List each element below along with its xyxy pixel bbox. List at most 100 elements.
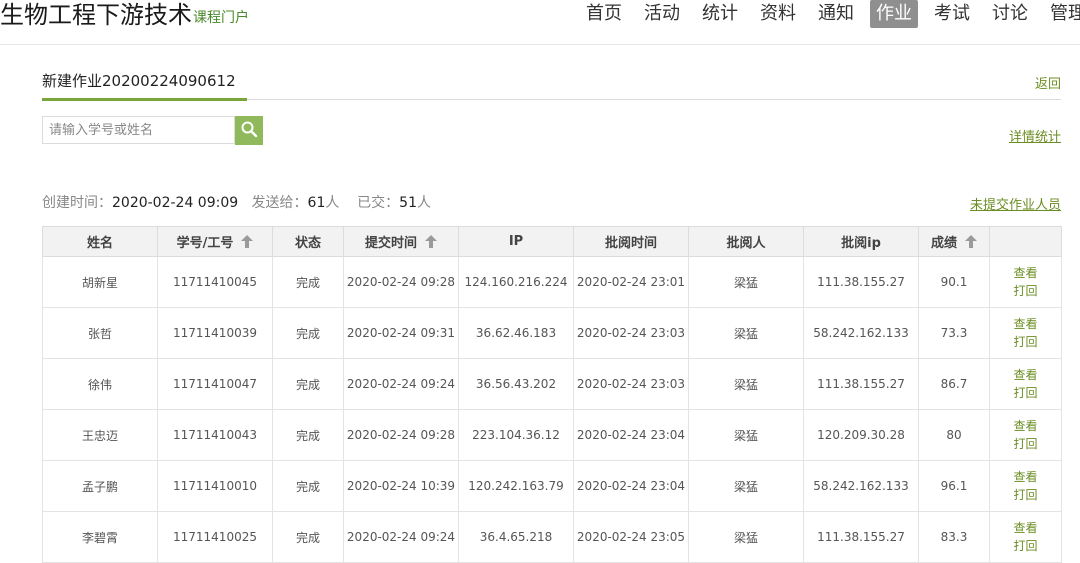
homework-info: 创建时间：2020-02-24 09:09 发送给：61人 已交：51人 [42,192,431,212]
student-name-cell: 李碧霄 [42,511,158,563]
sort-up-icon[interactable] [241,234,254,252]
column-header: 批阅ip [803,226,919,257]
score-cell: 73.3 [918,307,990,359]
reviewer-cell: 梁猛 [688,307,804,359]
nav-item[interactable]: 资料 [754,0,802,28]
student-name-cell: 徐伟 [42,358,158,410]
view-link[interactable]: 查看 [990,264,1061,282]
return-link[interactable]: 打回 [990,486,1061,504]
nav-item[interactable]: 考试 [928,0,976,28]
status-cell: 完成 [272,358,344,410]
submit-time-cell: 2020-02-24 09:28 [343,409,459,461]
nav-item[interactable]: 作业 [870,0,918,28]
return-link[interactable]: 打回 [990,435,1061,453]
column-header[interactable]: 成绩 [918,226,990,257]
sort-up-icon[interactable] [425,234,437,252]
column-header[interactable]: 提交时间 [343,226,459,257]
search-input[interactable] [43,117,234,143]
submit-time-cell: 2020-02-24 09:24 [343,358,459,410]
submit-ip-cell: 36.56.43.202 [458,358,574,410]
student-id-cell: 11711410010 [157,460,273,512]
created-value: 2020-02-24 09:09 [112,195,239,211]
sort-up-icon[interactable] [965,234,977,252]
actions-cell: 查看 打回 [989,460,1062,512]
actions-cell: 查看 打回 [989,307,1062,359]
column-header-label: 姓名 [86,236,113,251]
back-link[interactable]: 返回 [1035,73,1061,92]
student-name-cell: 张哲 [42,307,158,359]
course-title: 生物工程下游技术 [0,1,192,29]
submit-time-cell: 2020-02-24 09:24 [343,511,459,563]
score-cell: 86.7 [918,358,990,410]
sent-value: 61 [307,195,326,211]
search-box [42,116,235,144]
view-link[interactable]: 查看 [990,417,1061,435]
title-underline [42,98,247,101]
review-ip-cell: 58.242.162.133 [803,460,919,512]
student-name-cell: 胡新星 [42,256,158,308]
return-link[interactable]: 打回 [990,384,1061,402]
actions-cell: 查看 打回 [989,409,1062,461]
view-link[interactable]: 查看 [990,519,1061,537]
main-nav: 首页 活动 统计 资料 通知 作业 考试 讨论 管理 [580,0,1080,28]
column-header: 批阅人 [688,226,804,257]
course-portal-link[interactable]: 课程门户 [193,7,249,27]
reviewer-cell: 梁猛 [688,409,804,461]
return-link[interactable]: 打回 [990,333,1061,351]
student-name-cell: 孟子鹏 [42,460,158,512]
review-ip-cell: 111.38.155.27 [803,256,919,308]
submit-time-cell: 2020-02-24 09:28 [343,256,459,308]
nav-item[interactable]: 活动 [638,0,686,28]
nav-item[interactable]: 首页 [580,0,628,28]
table-row: 李碧霄 11711410025 完成 2020-02-24 09:24 36.4.65.… [42,511,1062,563]
review-time-cell: 2020-02-24 23:04 [573,460,689,512]
table-row: 张哲 11711410039 完成 2020-02-24 09:31 36.62.46.… [42,307,1062,359]
status-cell: 完成 [272,256,344,308]
nav-item[interactable]: 通知 [812,0,860,28]
student-id-cell: 11711410047 [157,358,273,410]
status-cell: 完成 [272,307,344,359]
status-cell: 完成 [272,511,344,563]
return-link[interactable]: 打回 [990,537,1061,555]
submitted-value: 51 [399,195,417,211]
review-ip-cell: 58.242.162.133 [803,307,919,359]
column-header-label: 批阅人 [726,236,766,251]
column-header: 状态 [272,226,344,257]
student-id-cell: 11711410039 [157,307,273,359]
actions-cell: 查看 打回 [989,256,1062,308]
column-header-label: 批阅时间 [604,236,657,251]
search-button[interactable] [235,116,263,145]
status-cell: 完成 [272,460,344,512]
nav-item[interactable]: 统计 [696,0,744,28]
view-link[interactable]: 查看 [990,315,1061,333]
homework-title: 新建作业20200224090612 [42,72,236,90]
score-cell: 83.3 [918,511,990,563]
table-row: 王忠迈 11711410043 完成 2020-02-24 09:28 223.104.… [42,409,1062,461]
submit-ip-cell: 36.62.46.183 [458,307,574,359]
reviewer-cell: 梁猛 [688,460,804,512]
top-bar: 生物工程下游技术 课程门户 首页 活动 统计 资料 通知 作业 考试 讨论 管理 [0,0,1080,45]
score-cell: 90.1 [918,256,990,308]
submit-ip-cell: 223.104.36.12 [458,409,574,461]
column-header-label: IP [508,234,524,249]
column-header-label: 提交时间 [364,235,417,251]
return-link[interactable]: 打回 [990,282,1061,300]
nav-item[interactable]: 讨论 [986,0,1034,28]
submit-time-cell: 2020-02-24 10:39 [343,460,459,512]
sent-label: 发送给： [251,195,308,211]
review-ip-cell: 111.38.155.27 [803,358,919,410]
created-label: 创建时间： [42,195,112,211]
view-link[interactable]: 查看 [990,468,1061,486]
view-link[interactable]: 查看 [990,366,1061,384]
table-header-row: 姓名 学号/工号 状态 提交时间 IP 批阅时间 批阅人 批阅ip 成绩 [42,226,1062,257]
column-header: 批阅时间 [573,226,689,257]
unsubmitted-list-link[interactable]: 未提交作业人员 [970,194,1061,213]
detail-stats-link[interactable]: 详情统计 [1009,126,1061,145]
sent-unit: 人 [325,195,340,211]
column-header: 姓名 [42,226,158,257]
nav-item[interactable]: 管理 [1044,0,1080,28]
column-header-label: 成绩 [930,235,957,251]
submitted-label: 已交： [357,195,400,211]
column-header[interactable]: 学号/工号 [157,226,273,257]
column-header-label: 状态 [294,236,321,251]
